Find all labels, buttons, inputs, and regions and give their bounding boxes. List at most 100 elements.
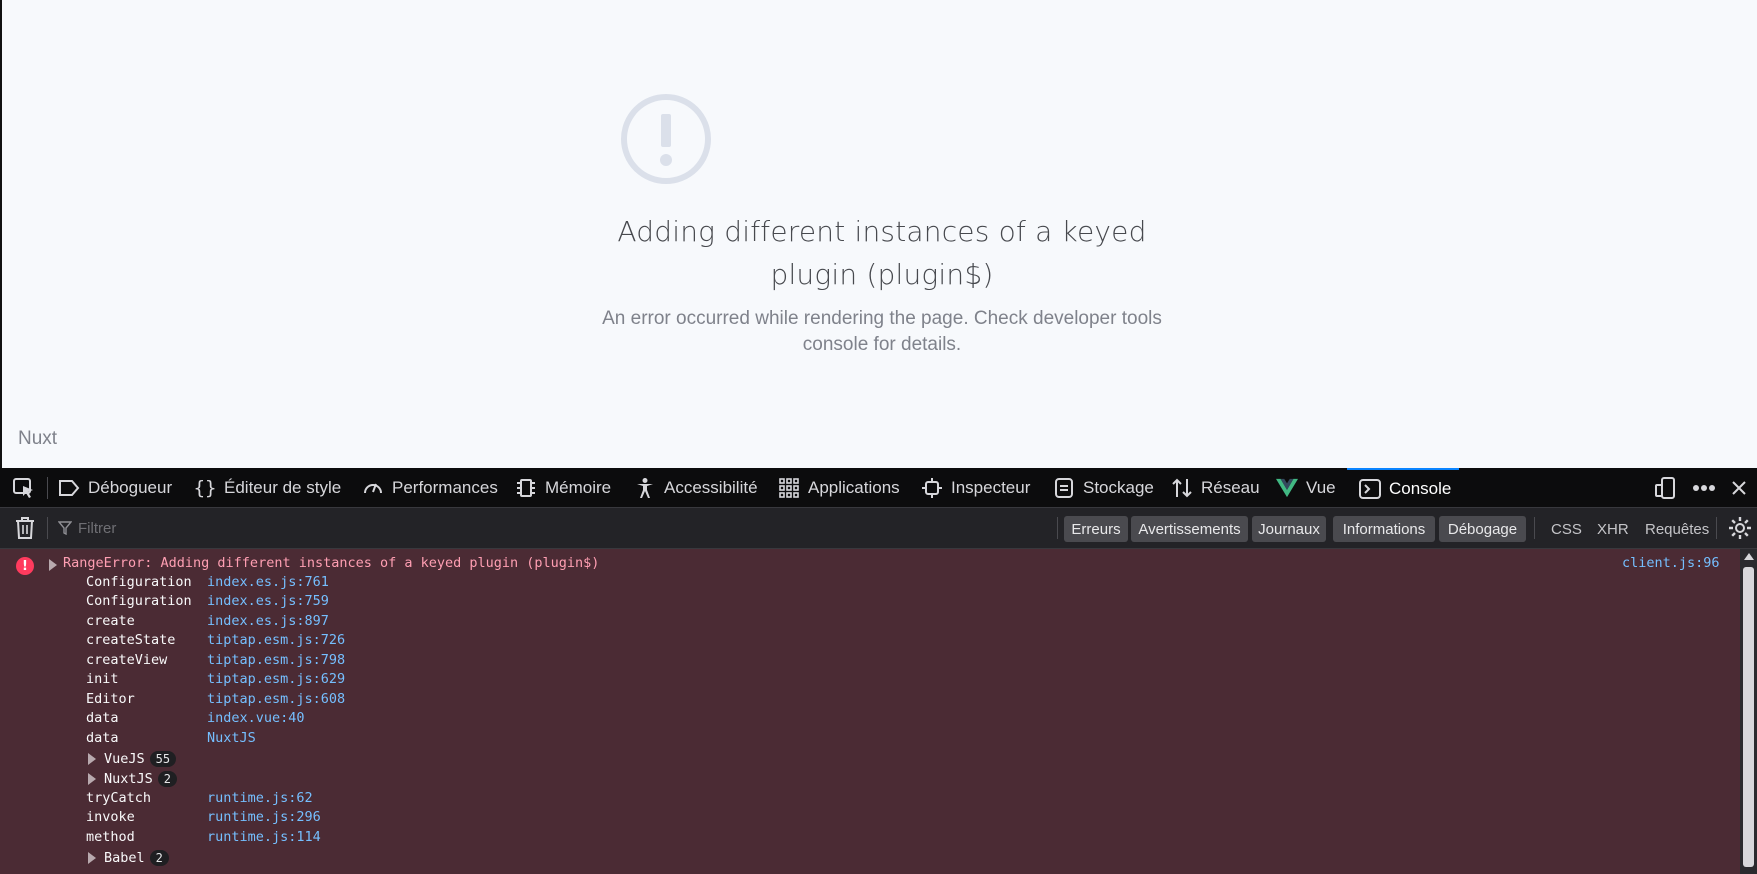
tab-debugger[interactable]: Débogueur (58, 468, 172, 508)
frame-location-link[interactable]: index.vue:40 (207, 710, 305, 726)
scroll-up-arrow-icon[interactable] (1744, 553, 1754, 560)
stack-frame: method runtime.js:114 (86, 829, 321, 848)
tab-console[interactable]: Console (1347, 468, 1459, 508)
tab-label: Performances (392, 478, 498, 497)
expand-group-toggle[interactable] (88, 752, 96, 765)
tab-label: Inspecteur (951, 478, 1031, 497)
frame-location-link[interactable]: tiptap.esm.js:798 (207, 652, 345, 668)
gauge-icon (362, 477, 384, 499)
filter-css-toggle[interactable]: CSS (1551, 516, 1582, 542)
frame-function: createView (86, 652, 168, 668)
frame-function: createState (86, 632, 176, 648)
tab-style-editor[interactable]: {} Éditeur de style (194, 468, 342, 508)
expand-error-toggle[interactable] (49, 559, 57, 571)
error-title: Adding different instances of a keyed pl… (617, 215, 1147, 291)
frame-location-link[interactable]: index.es.js:759 (207, 593, 329, 609)
expand-group-toggle[interactable] (88, 851, 96, 864)
filter-requests-toggle[interactable]: Requêtes (1645, 516, 1709, 542)
grid-icon (778, 477, 800, 499)
tab-label: Applications (808, 478, 900, 497)
funnel-icon (58, 521, 72, 535)
picker-icon (13, 478, 33, 498)
filter-info-toggle[interactable]: Informations (1333, 516, 1435, 542)
filter-xhr-toggle[interactable]: XHR (1597, 516, 1629, 542)
tab-label: Éditeur de style (224, 478, 342, 497)
filter-warnings-toggle[interactable]: Avertissements (1131, 516, 1248, 542)
frame-location-link[interactable]: runtime.js:114 (207, 829, 321, 845)
tab-storage[interactable]: Stockage (1053, 468, 1154, 508)
responsive-design-button[interactable] (1654, 468, 1676, 508)
stack-frame: createState tiptap.esm.js:726 (86, 632, 345, 651)
tab-label: Console (1389, 479, 1452, 498)
stack-group-toggle[interactable]: NuxtJS 2 (88, 769, 178, 788)
trash-icon (16, 517, 34, 539)
error-icon: ! (16, 557, 34, 575)
stack-frame: tryCatch runtime.js:62 (86, 790, 313, 809)
group-name: Babel (104, 849, 145, 866)
frame-location-link[interactable]: runtime.js:62 (207, 790, 313, 806)
frame-function: Configuration (86, 593, 192, 609)
frame-function: data (86, 710, 119, 726)
stack-frame: Configuration index.es.js:759 (86, 593, 329, 612)
tab-label: Vue (1306, 478, 1336, 497)
scroll-thumb[interactable] (1743, 567, 1754, 867)
frame-location-link[interactable]: tiptap.esm.js:726 (207, 632, 345, 648)
tab-network[interactable]: Réseau (1171, 468, 1260, 508)
error-exclamation-icon (621, 94, 711, 184)
frame-function: create (86, 613, 135, 629)
gear-icon (1729, 517, 1751, 539)
frame-function: tryCatch (86, 790, 152, 806)
more-options-button[interactable] (1692, 468, 1716, 508)
tab-performance[interactable]: Performances (362, 468, 498, 508)
filter-input[interactable] (72, 519, 558, 537)
stack-frame: data NuxtJS (86, 730, 256, 749)
filter-logs-toggle[interactable]: Journaux (1252, 516, 1326, 542)
tab-memory[interactable]: Mémoire (515, 468, 611, 508)
nuxt-brand-link[interactable]: Nuxt (18, 428, 57, 450)
tab-label: Accessibilité (664, 478, 758, 497)
filter-errors-toggle[interactable]: Erreurs (1064, 516, 1128, 542)
tab-label: Mémoire (545, 478, 612, 497)
memory-chip-icon (515, 477, 537, 499)
frame-function: init (86, 671, 119, 687)
console-scrollbar[interactable] (1740, 549, 1757, 874)
page-viewport: Adding different instances of a keyed pl… (0, 0, 1757, 468)
console-settings-button[interactable] (1728, 516, 1752, 540)
tab-label: Réseau (1201, 478, 1260, 497)
vue-logo-icon (1276, 477, 1298, 499)
devtools-tab-bar: Débogueur {} Éditeur de style Performanc… (0, 468, 1757, 508)
tab-inspector[interactable]: Inspecteur (921, 468, 1030, 508)
group-name: NuxtJS (104, 770, 153, 787)
close-devtools-button[interactable] (1731, 468, 1747, 508)
frame-function: method (86, 829, 135, 845)
stack-group-toggle[interactable]: VueJS 55 (88, 749, 177, 768)
tab-label: Stockage (1083, 478, 1154, 497)
frame-location-link[interactable]: NuxtJS (207, 730, 256, 746)
group-count-badge: 55 (149, 750, 177, 767)
element-picker-button[interactable] (12, 468, 36, 508)
clear-console-button[interactable] (13, 516, 37, 540)
tab-label: Débogueur (88, 478, 173, 497)
tab-vue[interactable]: Vue (1276, 468, 1336, 508)
storage-icon (1053, 477, 1075, 499)
stack-frame: create index.es.js:897 (86, 613, 329, 632)
frame-location-link[interactable]: index.es.js:897 (207, 613, 329, 629)
frame-location-link[interactable]: tiptap.esm.js:629 (207, 671, 345, 687)
frame-function: invoke (86, 809, 135, 825)
stack-frame: invoke runtime.js:296 (86, 809, 321, 828)
tab-applications[interactable]: Applications (778, 468, 900, 508)
debugger-icon (58, 477, 80, 499)
frame-location-link[interactable]: runtime.js:296 (207, 809, 321, 825)
error-source-link[interactable]: client.js:96 (1622, 555, 1720, 571)
stack-frame: Editor tiptap.esm.js:608 (86, 691, 345, 710)
tab-accessibility[interactable]: Accessibilité (634, 468, 758, 508)
filter-debug-toggle[interactable]: Débogage (1439, 516, 1526, 542)
frame-location-link[interactable]: tiptap.esm.js:608 (207, 691, 345, 707)
ellipsis-icon (1693, 485, 1715, 491)
stack-frame: createView tiptap.esm.js:798 (86, 652, 345, 671)
expand-group-toggle[interactable] (88, 772, 96, 785)
stack-group-toggle[interactable]: Babel 2 (88, 848, 169, 867)
error-message[interactable]: RangeError: Adding different instances o… (63, 555, 599, 571)
console-output: ! RangeError: Adding different instances… (0, 549, 1740, 874)
frame-location-link[interactable]: index.es.js:761 (207, 574, 329, 590)
